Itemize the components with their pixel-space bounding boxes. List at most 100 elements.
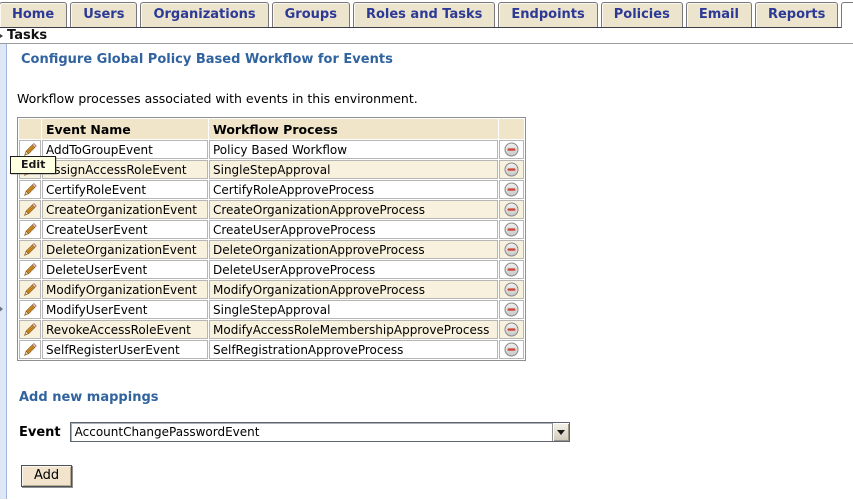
workflow-process-cell: CreateOrganizationApproveProcess (209, 200, 498, 219)
table-row: ModifyUserEventSingleStepApproval (19, 300, 524, 319)
remove-minus-icon[interactable] (504, 322, 519, 337)
remove-cell (499, 180, 524, 199)
remove-cell (499, 160, 524, 179)
workflow-process-cell: CertifyRoleApproveProcess (209, 180, 498, 199)
page-title: Configure Global Policy Based Workflow f… (21, 52, 853, 67)
workflow-process-cell: CreateUserApproveProcess (209, 220, 498, 239)
remove-cell (499, 260, 524, 279)
edit-cell (19, 280, 41, 299)
select-dropdown-arrow[interactable] (552, 423, 569, 441)
edit-cell (19, 200, 41, 219)
breadcrumb: Tasks (0, 28, 853, 44)
remove-minus-icon[interactable] (504, 282, 519, 297)
event-name-cell: CreateOrganizationEvent (42, 200, 208, 219)
workflow-process-cell: SelfRegistrationApproveProcess (209, 340, 498, 359)
edit-pencil-icon[interactable] (23, 342, 38, 357)
edit-pencil-icon[interactable] (23, 202, 38, 217)
main-content: Configure Global Policy Based Workflow f… (7, 44, 853, 499)
edit-cell (19, 260, 41, 279)
event-name-cell: AssignAccessRoleEvent (42, 160, 208, 179)
remove-minus-icon[interactable] (504, 242, 519, 257)
workflow-process-cell: DeleteUserApproveProcess (209, 260, 498, 279)
workflow-process-column-header: Workflow Process (209, 119, 498, 139)
table-row: CreateUserEventCreateUserApproveProcess (19, 220, 524, 239)
edit-pencil-icon[interactable] (23, 322, 38, 337)
table-row: AssignAccessRoleEventSingleStepApproval (19, 160, 524, 179)
remove-cell (499, 320, 524, 339)
remove-minus-icon[interactable] (504, 142, 519, 157)
table-row: AddToGroupEventPolicy Based Workflow (19, 140, 524, 159)
tab-policies[interactable]: Policies (601, 2, 683, 27)
remove-cell (499, 240, 524, 259)
tab-endpoints[interactable]: Endpoints (498, 2, 597, 27)
content-frame: Configure Global Policy Based Workflow f… (0, 44, 853, 499)
workflow-process-cell: ModifyAccessRoleMembershipApproveProcess (209, 320, 498, 339)
add-button[interactable]: Add (21, 465, 72, 487)
edit-cell (19, 180, 41, 199)
edit-cell (19, 320, 41, 339)
edit-pencil-icon[interactable] (23, 282, 38, 297)
tab-home[interactable]: Home (0, 2, 67, 27)
remove-minus-icon[interactable] (504, 262, 519, 277)
remove-minus-icon[interactable] (504, 342, 519, 357)
event-name-cell: CertifyRoleEvent (42, 180, 208, 199)
workflow-process-cell: SingleStepApproval (209, 160, 498, 179)
tab-reports[interactable]: Reports (755, 2, 838, 27)
chevron-down-icon (557, 430, 565, 435)
tab-users[interactable]: Users (70, 2, 137, 27)
edit-cell (19, 240, 41, 259)
page-description: Workflow processes associated with event… (17, 91, 853, 106)
remove-cell (499, 340, 524, 359)
event-name-cell: DeleteUserEvent (42, 260, 208, 279)
remove-minus-icon[interactable] (504, 302, 519, 317)
tab-organizations[interactable]: Organizations (140, 2, 268, 27)
remove-minus-icon[interactable] (504, 162, 519, 177)
remove-cell (499, 300, 524, 319)
event-select-label: Event (19, 425, 61, 440)
event-select-value: AccountChangePasswordEvent (71, 425, 552, 439)
remove-cell (499, 140, 524, 159)
event-name-cell: AddToGroupEvent (42, 140, 208, 159)
edit-cell (19, 220, 41, 239)
workflow-process-cell: SingleStepApproval (209, 300, 498, 319)
tab-groups[interactable]: Groups (272, 2, 350, 27)
tab-bar-tabs: HomeUsersOrganizationsGroupsRoles and Ta… (0, 2, 853, 27)
sidebar-collapse-rail[interactable] (0, 44, 7, 499)
edit-pencil-icon[interactable] (23, 262, 38, 277)
breadcrumb-label: Tasks (7, 28, 47, 43)
event-name-cell: RevokeAccessRoleEvent (42, 320, 208, 339)
event-name-cell: DeleteOrganizationEvent (42, 240, 208, 259)
edit-cell (19, 340, 41, 359)
remove-minus-icon[interactable] (504, 182, 519, 197)
remove-cell (499, 200, 524, 219)
edit-tooltip: Edit (10, 156, 56, 174)
edit-cell (19, 300, 41, 319)
event-name-cell: ModifyOrganizationEvent (42, 280, 208, 299)
table-row: CertifyRoleEventCertifyRoleApproveProces… (19, 180, 524, 199)
event-select[interactable]: AccountChangePasswordEvent (70, 422, 570, 442)
remove-cell (499, 220, 524, 239)
event-name-column-header: Event Name (42, 119, 208, 139)
table-row: DeleteUserEventDeleteUserApproveProcess (19, 260, 524, 279)
edit-pencil-icon[interactable] (23, 302, 38, 317)
table-row: CreateOrganizationEventCreateOrganizatio… (19, 200, 524, 219)
remove-minus-icon[interactable] (504, 202, 519, 217)
edit-pencil-icon[interactable] (23, 182, 38, 197)
remove-minus-icon[interactable] (504, 222, 519, 237)
event-name-cell: ModifyUserEvent (42, 300, 208, 319)
event-name-cell: SelfRegisterUserEvent (42, 340, 208, 359)
edit-pencil-icon[interactable] (23, 242, 38, 257)
rail-expand-arrow-icon[interactable] (0, 304, 3, 314)
tab-system[interactable]: System (841, 2, 853, 28)
workflow-process-cell: DeleteOrganizationApproveProcess (209, 240, 498, 259)
table-row: SelfRegisterUserEventSelfRegistrationApp… (19, 340, 524, 359)
add-mappings-title: Add new mappings (19, 390, 853, 405)
event-name-cell: CreateUserEvent (42, 220, 208, 239)
tasks-arrow-icon (0, 32, 3, 40)
edit-column-header (19, 119, 41, 139)
edit-pencil-icon[interactable] (23, 142, 38, 157)
remove-column-header (499, 119, 524, 139)
tab-roles-and-tasks[interactable]: Roles and Tasks (353, 2, 495, 27)
edit-pencil-icon[interactable] (23, 222, 38, 237)
tab-email[interactable]: Email (686, 2, 752, 27)
